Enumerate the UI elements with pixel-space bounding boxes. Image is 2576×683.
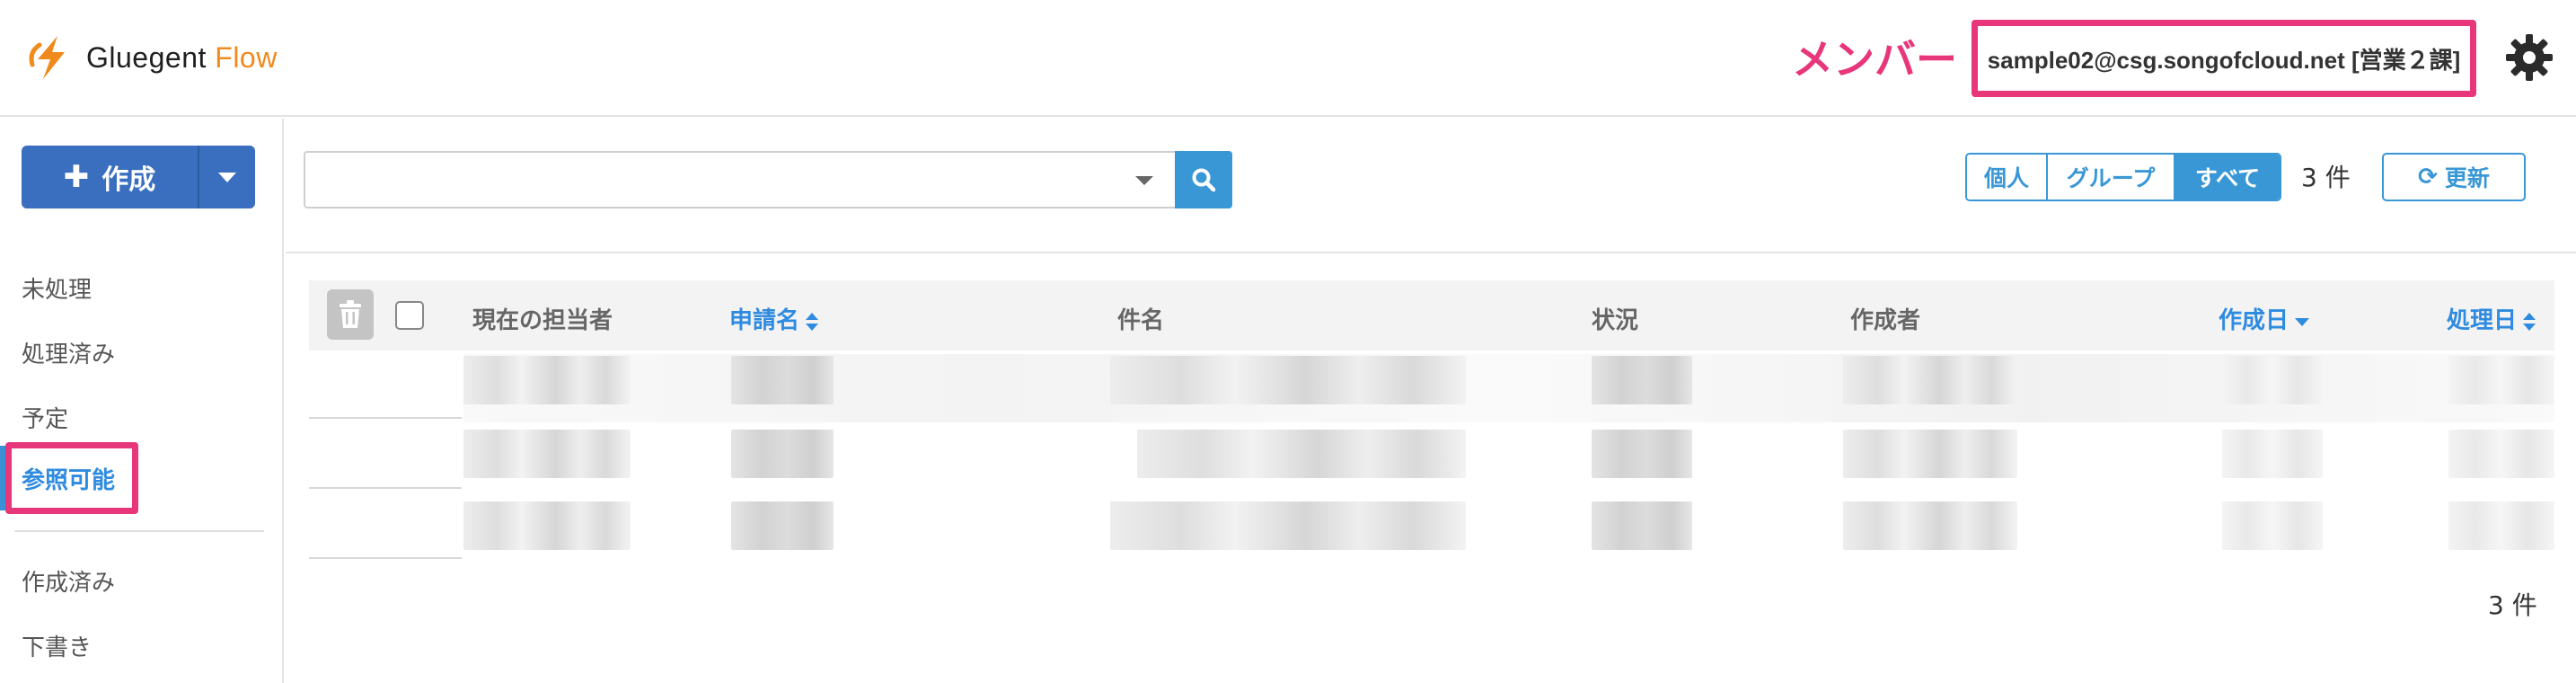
column-current-assignee: 現在の担当者 (472, 307, 613, 334)
sort-desc-icon (2295, 317, 2310, 326)
annotation-label: メンバー (1792, 35, 1957, 84)
search-input[interactable] (305, 153, 1231, 207)
column-processed-date[interactable]: 処理日 (2447, 302, 2536, 335)
table-header: 現在の担当者 申請名 件名 状況 作成者 作成日 処理日 (309, 280, 2554, 350)
app-header: Gluegent Flow メンバー sample02@csg.songofcl… (0, 0, 2576, 117)
sidebar-item-drafts[interactable]: 下書き (22, 629, 92, 662)
sidebar-item-viewable[interactable]: 参照可能 (22, 462, 115, 495)
chevron-down-icon (218, 172, 236, 182)
row-divider (309, 557, 462, 559)
sidebar-divider (14, 530, 264, 532)
row-divider (309, 487, 462, 489)
column-application-name[interactable]: 申請名 (729, 302, 819, 335)
cell-application-name (731, 356, 834, 404)
column-application-name-label: 申請名 (729, 307, 800, 334)
cell-status (1592, 430, 1692, 478)
sort-icon (2523, 312, 2536, 331)
brand-name-part1: Gluegent (86, 40, 207, 74)
refresh-button[interactable]: ⟳ 更新 (2382, 153, 2526, 201)
cell-subject (1110, 356, 1466, 404)
refresh-button-label: 更新 (2444, 165, 2490, 191)
plus-icon: ✚ (63, 159, 90, 195)
app-logo[interactable]: Gluegent Flow (25, 32, 278, 83)
cell-creator (1843, 430, 2017, 478)
sidebar-item-scheduled[interactable]: 予定 (22, 401, 68, 434)
cell-assignee (463, 430, 631, 478)
row-divider (309, 417, 462, 419)
user-account[interactable]: sample02@csg.songofcloud.net [営業２課] (1972, 20, 2476, 97)
cell-status (1592, 356, 1692, 404)
toolbar-divider (286, 252, 2576, 253)
cell-assignee (463, 356, 631, 404)
cell-processed-date (2448, 356, 2554, 404)
user-account-text: sample02@csg.songofcloud.net [営業２課] (1987, 46, 2461, 74)
cell-creator (1843, 356, 2017, 404)
create-dropdown-button[interactable] (199, 146, 255, 208)
column-processed-date-label: 処理日 (2447, 307, 2518, 334)
cell-application-name (731, 501, 834, 550)
cell-creator (1843, 501, 2017, 550)
sort-icon (806, 312, 819, 331)
sidebar: ✚ 作成 未処理 処理済み 予定 参照可能 作成済み 下書き (0, 119, 284, 683)
result-count: 3 件 (2301, 163, 2351, 192)
column-status: 状況 (1592, 307, 1639, 334)
filter-group[interactable]: グループ (2048, 155, 2175, 200)
cell-subject (1110, 501, 1466, 550)
filter-all[interactable]: すべて (2175, 155, 2280, 200)
column-created-date-label: 作成日 (2219, 307, 2289, 334)
sidebar-item-processed[interactable]: 処理済み (22, 336, 115, 369)
cell-assignee (463, 501, 631, 550)
create-button[interactable]: ✚ 作成 (22, 146, 199, 208)
cell-processed-date (2448, 501, 2554, 550)
search-box (304, 151, 1232, 208)
gear-icon[interactable] (2502, 31, 2556, 84)
cell-processed-date (2448, 430, 2554, 478)
search-dropdown-icon[interactable] (1135, 176, 1153, 185)
sidebar-item-unprocessed[interactable]: 未処理 (22, 271, 92, 305)
create-button-group: ✚ 作成 (22, 146, 255, 208)
delete-button[interactable] (327, 289, 374, 340)
search-button[interactable] (1175, 151, 1232, 208)
column-creator: 作成者 (1850, 307, 1921, 334)
search-icon (1192, 168, 1216, 192)
logo-mark-icon (29, 36, 65, 79)
select-all-checkbox[interactable] (395, 301, 424, 330)
scope-filter: 個人 グループ すべて (1965, 153, 2281, 201)
footer-result-count: 3 件 (2488, 590, 2537, 620)
brand-name: Gluegent Flow (86, 41, 278, 75)
column-created-date[interactable]: 作成日 (2219, 302, 2310, 335)
cell-created-date (2222, 430, 2323, 478)
cell-application-name (731, 430, 834, 478)
trash-icon (340, 300, 361, 328)
brand-name-part2: Flow (215, 40, 278, 74)
sidebar-item-created[interactable]: 作成済み (22, 564, 115, 598)
filter-personal[interactable]: 個人 (1967, 155, 2048, 200)
cell-created-date (2222, 501, 2323, 550)
cell-subject (1137, 430, 1466, 478)
refresh-icon: ⟳ (2418, 164, 2438, 191)
column-subject: 件名 (1117, 307, 1165, 334)
cell-status (1592, 501, 1692, 550)
cell-created-date (2222, 356, 2323, 404)
create-button-label: 作成 (101, 164, 156, 196)
